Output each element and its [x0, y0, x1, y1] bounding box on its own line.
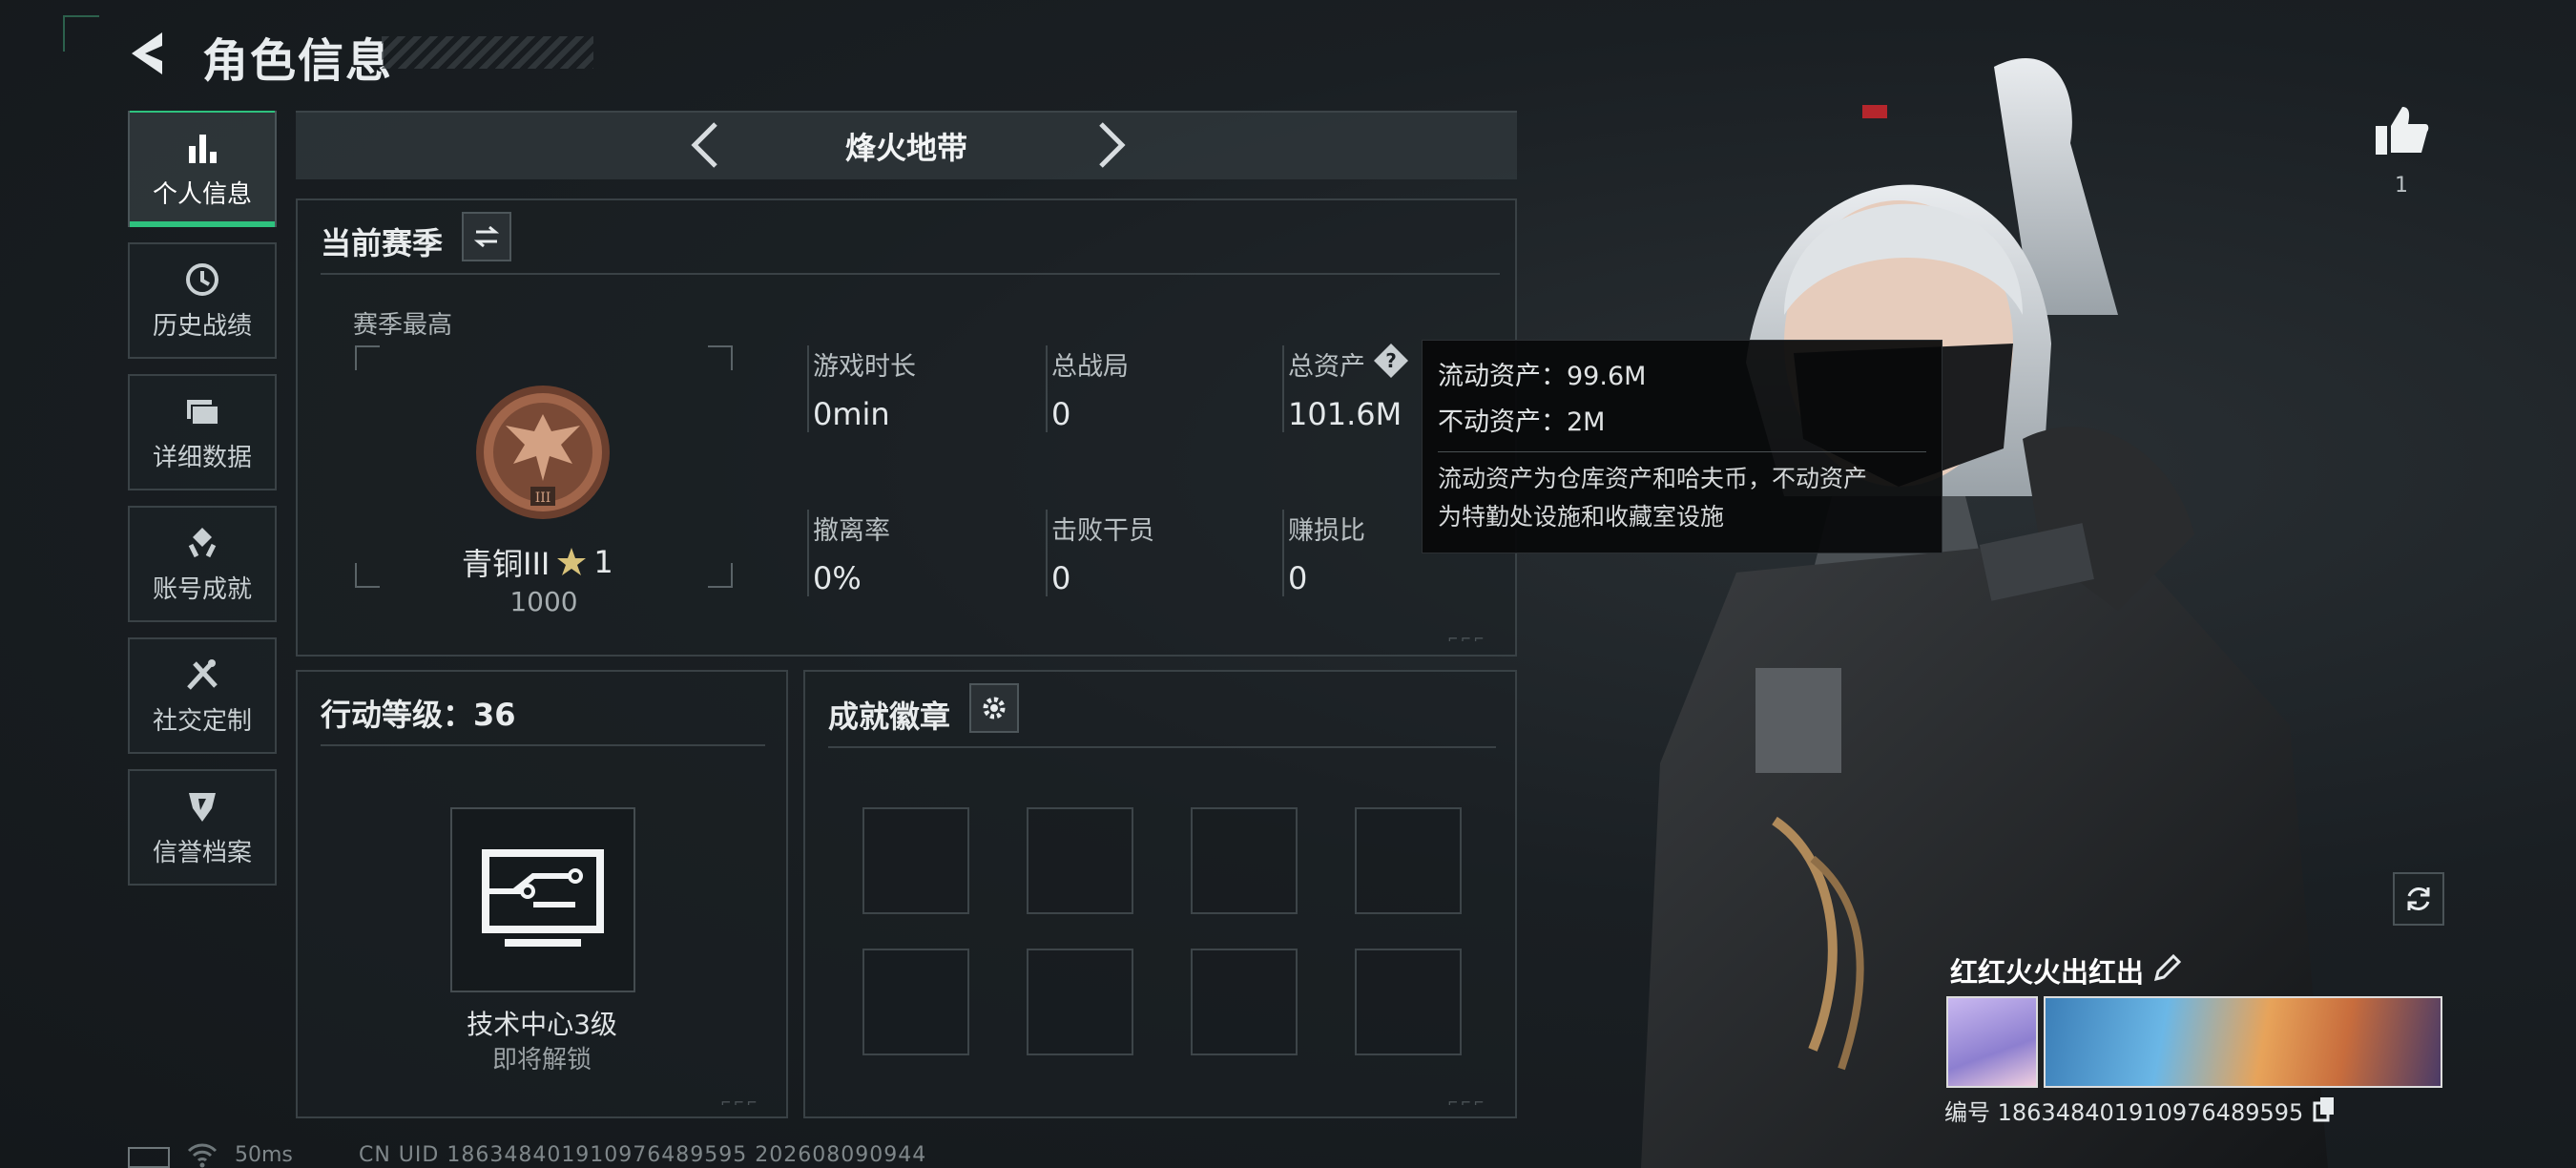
history-clock-icon [186, 262, 218, 296]
sidebar-item-label: 个人信息 [152, 179, 252, 209]
sidebar-item-credit[interactable]: 信誉档案 [128, 769, 277, 886]
star-icon [557, 548, 587, 575]
divider [828, 746, 1496, 748]
gear-icon [983, 697, 1006, 720]
tech-center-status: 即将解锁 [491, 1046, 592, 1074]
back-button[interactable] [124, 29, 177, 78]
copy-icon[interactable] [2313, 1095, 2337, 1122]
player-avatar[interactable] [1946, 996, 2038, 1088]
tooltip-liquid-assets: 流动资产：99.6M [1438, 362, 1647, 391]
tooltip-fixed-assets: 不动资产：2M [1438, 407, 1606, 437]
back-arrow-icon [132, 32, 162, 74]
stat-label: 总战局 [1051, 352, 1129, 382]
tooltip-desc-line1: 流动资产为仓库资产和哈夫币，不动资产 [1438, 465, 1868, 492]
stat-value: 0 [1051, 396, 1071, 432]
divider [321, 744, 765, 746]
stat-play-time: 游戏时长 0min [807, 345, 1017, 432]
title-decoration [382, 36, 593, 69]
help-icon[interactable]: ? [1372, 342, 1410, 380]
edit-icon[interactable] [2150, 952, 2183, 985]
player-name: 红红火火出红出 [1950, 956, 2145, 989]
sidebar-item-detail-data[interactable]: 详细数据 [128, 374, 277, 490]
badge-slot[interactable] [1355, 949, 1462, 1055]
svg-text:?: ? [1385, 349, 1397, 372]
sidebar-item-label: 历史战绩 [152, 311, 252, 341]
tools-icon [187, 658, 218, 690]
sidebar-item-label: 信誉档案 [152, 838, 252, 867]
cn-uid-text: CN UID 1863484019109764895​95 2026080909… [359, 1143, 927, 1167]
chevron-right-icon [1099, 122, 1126, 168]
bar-chart-icon [189, 134, 217, 163]
monitor-circuit-icon [482, 849, 604, 947]
rank-name-row: 青铜III 1 [462, 540, 626, 584]
season-best-label: 赛季最高 [353, 311, 453, 340]
badge-slot[interactable] [862, 949, 969, 1055]
sidebar-item-label: 社交定制 [152, 706, 252, 736]
mode-name: 烽火地带 [844, 130, 967, 166]
thumbs-up-icon[interactable] [2372, 103, 2431, 158]
character-model[interactable] [1622, 0, 2385, 1168]
stat-label: 游戏时长 [813, 352, 916, 382]
action-level-title: 行动等级：36 [321, 697, 516, 733]
badges-settings-button[interactable] [969, 683, 1019, 733]
badge-slot[interactable] [862, 807, 969, 914]
chevron-left-icon [691, 122, 717, 168]
refresh-icon [2407, 887, 2430, 910]
mode-prev-button[interactable] [683, 118, 731, 172]
ping-value: 50ms [235, 1143, 293, 1167]
badge-slot[interactable] [1191, 949, 1298, 1055]
battery-icon [128, 1147, 170, 1168]
rank-name: 青铜III [462, 546, 551, 582]
sidebar-item-history[interactable]: 历史战绩 [128, 242, 277, 359]
sidebar-item-label: 详细数据 [152, 443, 252, 472]
stat-value: 0% [813, 560, 862, 596]
sidebar-item-achievements[interactable]: 账号成就 [128, 506, 277, 622]
badge-slot[interactable] [1191, 807, 1298, 914]
refresh-button[interactable] [2393, 872, 2444, 926]
stat-total-matches: 总战局 0 [1046, 345, 1256, 432]
badge-slot[interactable] [1355, 807, 1462, 914]
season-title: 当前赛季 [321, 225, 444, 261]
stat-label: 击败干员 [1051, 516, 1154, 546]
wifi-icon [187, 1143, 218, 1168]
credit-shield-icon [189, 792, 216, 822]
swap-icon [473, 225, 500, 248]
like-count: 1 [2395, 174, 2408, 198]
tooltip-divider [1438, 451, 1926, 452]
panel-corner-decoration: ⌐⌐⌐ [1448, 630, 1487, 648]
achievement-icon [188, 527, 217, 557]
stat-label: 撤离率 [813, 516, 890, 546]
badge-slot[interactable] [1027, 949, 1133, 1055]
stat-value: 0min [813, 396, 890, 432]
folder-icon [187, 399, 219, 426]
stat-value: 0 [1051, 560, 1071, 596]
sidebar-item-label: 账号成就 [152, 574, 252, 604]
tech-center-card[interactable] [450, 807, 635, 992]
rank-stars: 1 [593, 544, 613, 580]
stat-value: 0 [1288, 560, 1308, 596]
assets-tooltip: 流动资产：99.6M 不动资产：2M 流动资产为仓库资产和哈夫币，不动资产 为特… [1422, 340, 1942, 553]
sidebar-item-personal-info[interactable]: 个人信息 [128, 111, 277, 227]
player-id: 编号 1863484019109764895​95 [1944, 1099, 2304, 1126]
svg-text:III: III [535, 490, 551, 506]
stat-extract-rate: 撤离率 0% [807, 510, 1017, 596]
divider [321, 273, 1500, 275]
player-banner[interactable] [2044, 996, 2442, 1088]
page-title: 角色信息 [202, 34, 394, 88]
tooltip-desc-line2: 为特勤处设施和收藏室设施 [1438, 503, 1725, 531]
sidebar-item-social[interactable]: 社交定制 [128, 637, 277, 754]
rank-score: 1000 [509, 586, 578, 617]
bronze-rank-emblem-icon: III [476, 386, 610, 519]
badges-title: 成就徽章 [828, 699, 951, 735]
panel-corner-decoration: ⌐⌐⌐ [1448, 1094, 1487, 1112]
mode-next-button[interactable] [1086, 118, 1133, 172]
tech-center-name: 技术中心3级 [467, 1009, 617, 1040]
stat-kills: 击败干员 0 [1046, 510, 1256, 596]
badge-slot[interactable] [1027, 807, 1133, 914]
panel-corner-decoration: ⌐⌐⌐ [721, 1094, 760, 1112]
corner-decoration [63, 15, 99, 52]
season-switch-button[interactable] [462, 212, 511, 261]
